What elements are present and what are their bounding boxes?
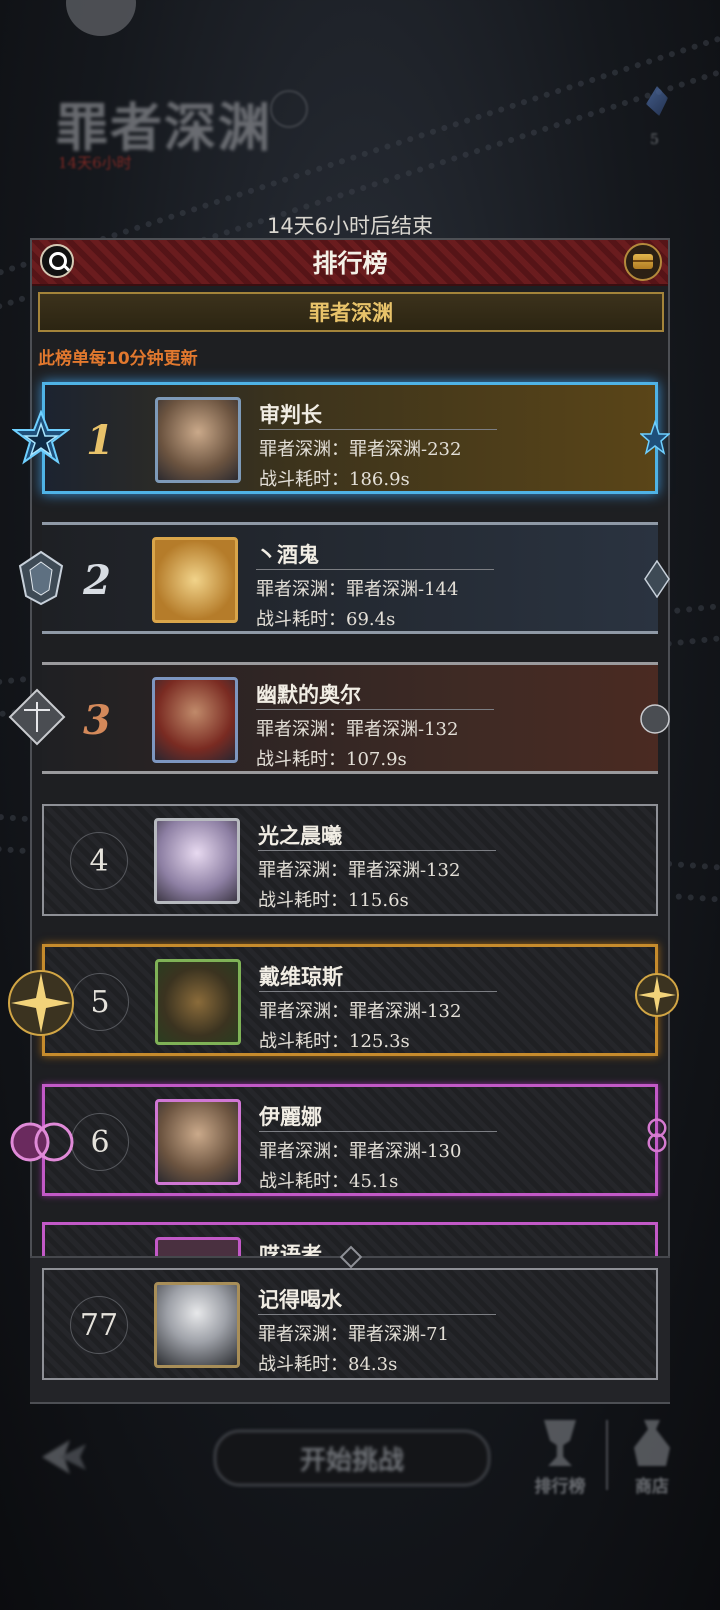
background-timer: 14天6小时 (58, 154, 132, 172)
battle-time: 战斗耗时：107.9s (256, 749, 407, 770)
leaderboard-row[interactable]: 3 幽默的奥尔 罪者深渊：罪者深渊-132 战斗耗时：107.9s (42, 662, 658, 774)
rank-number: 2 (83, 556, 111, 604)
scales-ornament-icon (640, 704, 670, 734)
nav-leaderboard-label: 排行榜 (534, 1477, 586, 1497)
puzzle-icon (66, 0, 136, 36)
avatar[interactable] (154, 1282, 240, 1368)
leaderboard-row[interactable]: 6 伊麗娜 罪者深渊：罪者深渊-130 战斗耗时：45.1s (42, 1084, 658, 1196)
background-title: 罪者深渊 (56, 98, 273, 159)
rank-3-scales-badge-icon (8, 688, 66, 746)
treasure-chest-icon[interactable] (624, 243, 662, 281)
leaderboard-row[interactable]: 4 光之晨曦 罪者深渊：罪者深渊-132 战斗耗时：115.6s (42, 804, 658, 916)
my-rank-row[interactable]: 77 记得喝水 罪者深渊：罪者深渊-71 战斗耗时：84.3s (42, 1268, 658, 1380)
search-icon[interactable] (40, 244, 74, 278)
divider (258, 1314, 496, 1315)
player-name: 光之晨曦 (258, 824, 342, 848)
divider (258, 850, 496, 851)
star-ornament-icon (640, 420, 670, 455)
compass-badge-icon (8, 970, 74, 1036)
divider (259, 991, 497, 992)
rings-ornament-icon (647, 1118, 667, 1153)
panel-title: 排行榜 (312, 249, 388, 278)
player-name: 戴维琼斯 (259, 965, 343, 989)
money-bag-icon (634, 1420, 670, 1466)
rank-1-star-badge-icon (12, 410, 70, 465)
leaderboard-row[interactable]: 2 丶酒鬼 罪者深渊：罪者深渊-144 战斗耗时：69.4s (42, 522, 658, 634)
divider (256, 709, 494, 710)
battle-time: 战斗耗时：45.1s (259, 1171, 399, 1192)
rank-number: 3 (83, 696, 111, 744)
rank-number: 4 (70, 832, 128, 890)
battle-time: 战斗耗时：186.9s (259, 469, 410, 490)
tab-abyss[interactable]: 罪者深渊 (38, 292, 664, 332)
stage-progress: 罪者深渊：罪者深渊-144 (256, 579, 459, 600)
crystal-ornament-icon (644, 560, 670, 598)
stage-progress: 罪者深渊：罪者深渊-132 (256, 719, 459, 740)
stage-progress: 罪者深渊：罪者深渊-130 (259, 1141, 462, 1162)
player-name: 审判长 (259, 403, 322, 427)
rank-2-wing-badge-icon (18, 550, 64, 606)
avatar[interactable] (152, 537, 238, 623)
rank-number: 77 (70, 1296, 128, 1354)
player-name: 丶酒鬼 (256, 543, 319, 567)
rank-number: 5 (71, 973, 129, 1031)
leaderboard-row[interactable]: 1 审判长 罪者深渊：罪者深渊-232 战斗耗时：186.9s (42, 382, 658, 494)
compass-ornament-icon (635, 973, 679, 1017)
battle-time: 战斗耗时：84.3s (258, 1354, 398, 1375)
nav-divider (606, 1420, 608, 1490)
rank-number: 6 (71, 1113, 129, 1171)
nav-shop-label: 商店 (635, 1477, 669, 1497)
event-end-time: 14天6小时后结束 (266, 214, 434, 238)
avatar[interactable] (155, 959, 241, 1045)
battle-time: 战斗耗时：69.4s (256, 609, 396, 630)
panel-header: 排行榜 (32, 240, 668, 286)
stage-progress: 罪者深渊：罪者深渊-71 (258, 1324, 449, 1345)
player-name: 记得喝水 (258, 1288, 342, 1312)
stage-progress: 罪者深渊：罪者深渊-132 (258, 860, 461, 881)
leaderboard-row[interactable]: 5 戴维琼斯 罪者深渊：罪者深渊-132 战斗耗时：125.3s (42, 944, 658, 1056)
battle-time: 战斗耗时：125.3s (259, 1031, 410, 1052)
rings-badge-icon (10, 1122, 74, 1162)
stage-progress: 罪者深渊：罪者深渊-232 (259, 439, 462, 460)
player-name: 幽默的奥尔 (256, 683, 361, 707)
divider (259, 429, 497, 430)
stage-progress: 罪者深渊：罪者深渊-132 (259, 1001, 462, 1022)
battle-time: 战斗耗时：115.6s (258, 890, 409, 911)
avatar[interactable] (154, 818, 240, 904)
search-icon (270, 90, 308, 128)
avatar[interactable] (152, 677, 238, 763)
nav-leaderboard[interactable]: 排行榜 (530, 1420, 590, 1497)
update-note: 此榜单每10分钟更新 (38, 349, 198, 369)
trophy-icon (544, 1420, 576, 1466)
divider (259, 1131, 497, 1132)
player-name: 伊麗娜 (259, 1105, 322, 1129)
divider (256, 569, 494, 570)
resource-count: 5 (650, 132, 659, 148)
avatar[interactable] (155, 397, 241, 483)
start-challenge-button[interactable]: 开始挑战 (214, 1430, 490, 1486)
rank-number: 1 (86, 416, 114, 464)
back-arrow-icon[interactable] (40, 1436, 88, 1478)
nav-shop[interactable]: 商店 (622, 1420, 682, 1497)
avatar[interactable] (155, 1099, 241, 1185)
